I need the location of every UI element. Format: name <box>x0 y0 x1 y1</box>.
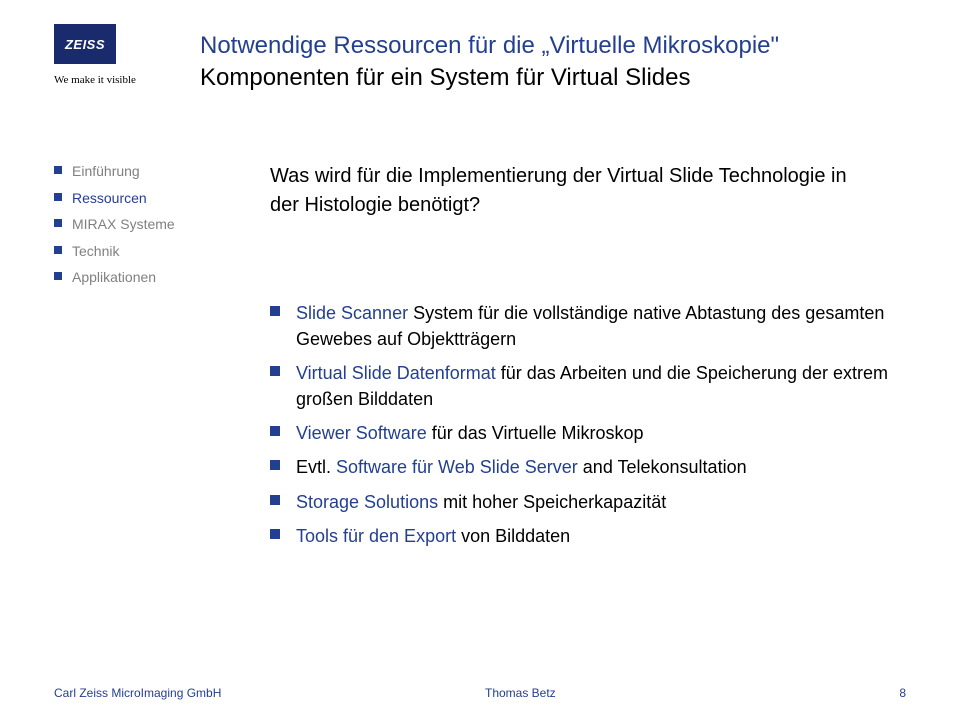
nav-label: Ressourcen <box>72 190 147 206</box>
brand-tagline: We make it visible <box>54 74 174 86</box>
accent-text: Virtual Slide Datenformat <box>296 363 496 383</box>
square-bullet-icon <box>270 529 280 539</box>
accent-text: Software für Web Slide Server <box>336 457 578 477</box>
page-subtitle: Komponenten für ein System für Virtual S… <box>200 62 900 94</box>
nav-item-mirax: MIRAX Systeme <box>54 211 194 238</box>
item-text: für das Virtuelle Mikroskop <box>427 423 644 443</box>
list-item: Tools für den Export von Bilddaten <box>270 523 900 549</box>
list-item: Viewer Software für das Virtuelle Mikros… <box>270 420 900 446</box>
accent-text: Slide Scanner <box>296 303 408 323</box>
page-title: Notwendige Ressourcen für die „Virtuelle… <box>200 30 900 62</box>
square-bullet-icon <box>54 166 62 174</box>
item-text: and Telekonsultation <box>578 457 747 477</box>
accent-text: Tools für den Export <box>296 526 456 546</box>
logo-block: ZEISS We make it visible <box>54 24 174 86</box>
accent-text: Storage Solutions <box>296 492 438 512</box>
square-bullet-icon <box>54 193 62 201</box>
footer-page-number: 8 <box>899 686 906 700</box>
square-bullet-icon <box>270 366 280 376</box>
lead-block: Was wird für die Implementierung der Vir… <box>270 162 880 220</box>
sidebar-nav: Einführung Ressourcen MIRAX Systeme Tech… <box>54 158 194 291</box>
square-bullet-icon <box>54 272 62 280</box>
nav-item-einfuehrung: Einführung <box>54 158 194 185</box>
footer-center: Thomas Betz <box>141 686 899 700</box>
item-text: Evtl. <box>296 457 336 477</box>
nav-item-technik: Technik <box>54 238 194 265</box>
header: Notwendige Ressourcen für die „Virtuelle… <box>200 30 900 95</box>
nav-label: Technik <box>72 243 119 259</box>
nav-label: Applikationen <box>72 269 156 285</box>
list-item: Slide Scanner System für die vollständig… <box>270 300 900 352</box>
square-bullet-icon <box>270 495 280 505</box>
item-text: mit hoher Speicherkapazität <box>438 492 666 512</box>
nav-label: Einführung <box>72 163 140 179</box>
list-item: Virtual Slide Datenformat für das Arbeit… <box>270 360 900 412</box>
square-bullet-icon <box>270 426 280 436</box>
item-text: von Bilddaten <box>456 526 570 546</box>
accent-text: Viewer Software <box>296 423 427 443</box>
body-list: Slide Scanner System für die vollständig… <box>270 300 900 557</box>
square-bullet-icon <box>270 460 280 470</box>
footer: Carl Zeiss MicroImaging GmbH Thomas Betz… <box>54 686 906 700</box>
square-bullet-icon <box>270 306 280 316</box>
list-item: Evtl. Software für Web Slide Server and … <box>270 454 900 480</box>
nav-label: MIRAX Systeme <box>72 216 175 232</box>
brand-text: ZEISS <box>65 37 105 52</box>
nav-item-ressourcen: Ressourcen <box>54 185 194 212</box>
brand-logo: ZEISS <box>54 24 116 64</box>
nav-item-applikationen: Applikationen <box>54 264 194 291</box>
square-bullet-icon <box>54 246 62 254</box>
square-bullet-icon <box>54 219 62 227</box>
slide: ZEISS We make it visible Notwendige Ress… <box>0 0 960 720</box>
list-item: Storage Solutions mit hoher Speicherkapa… <box>270 489 900 515</box>
lead-text: Was wird für die Implementierung der Vir… <box>270 162 880 220</box>
